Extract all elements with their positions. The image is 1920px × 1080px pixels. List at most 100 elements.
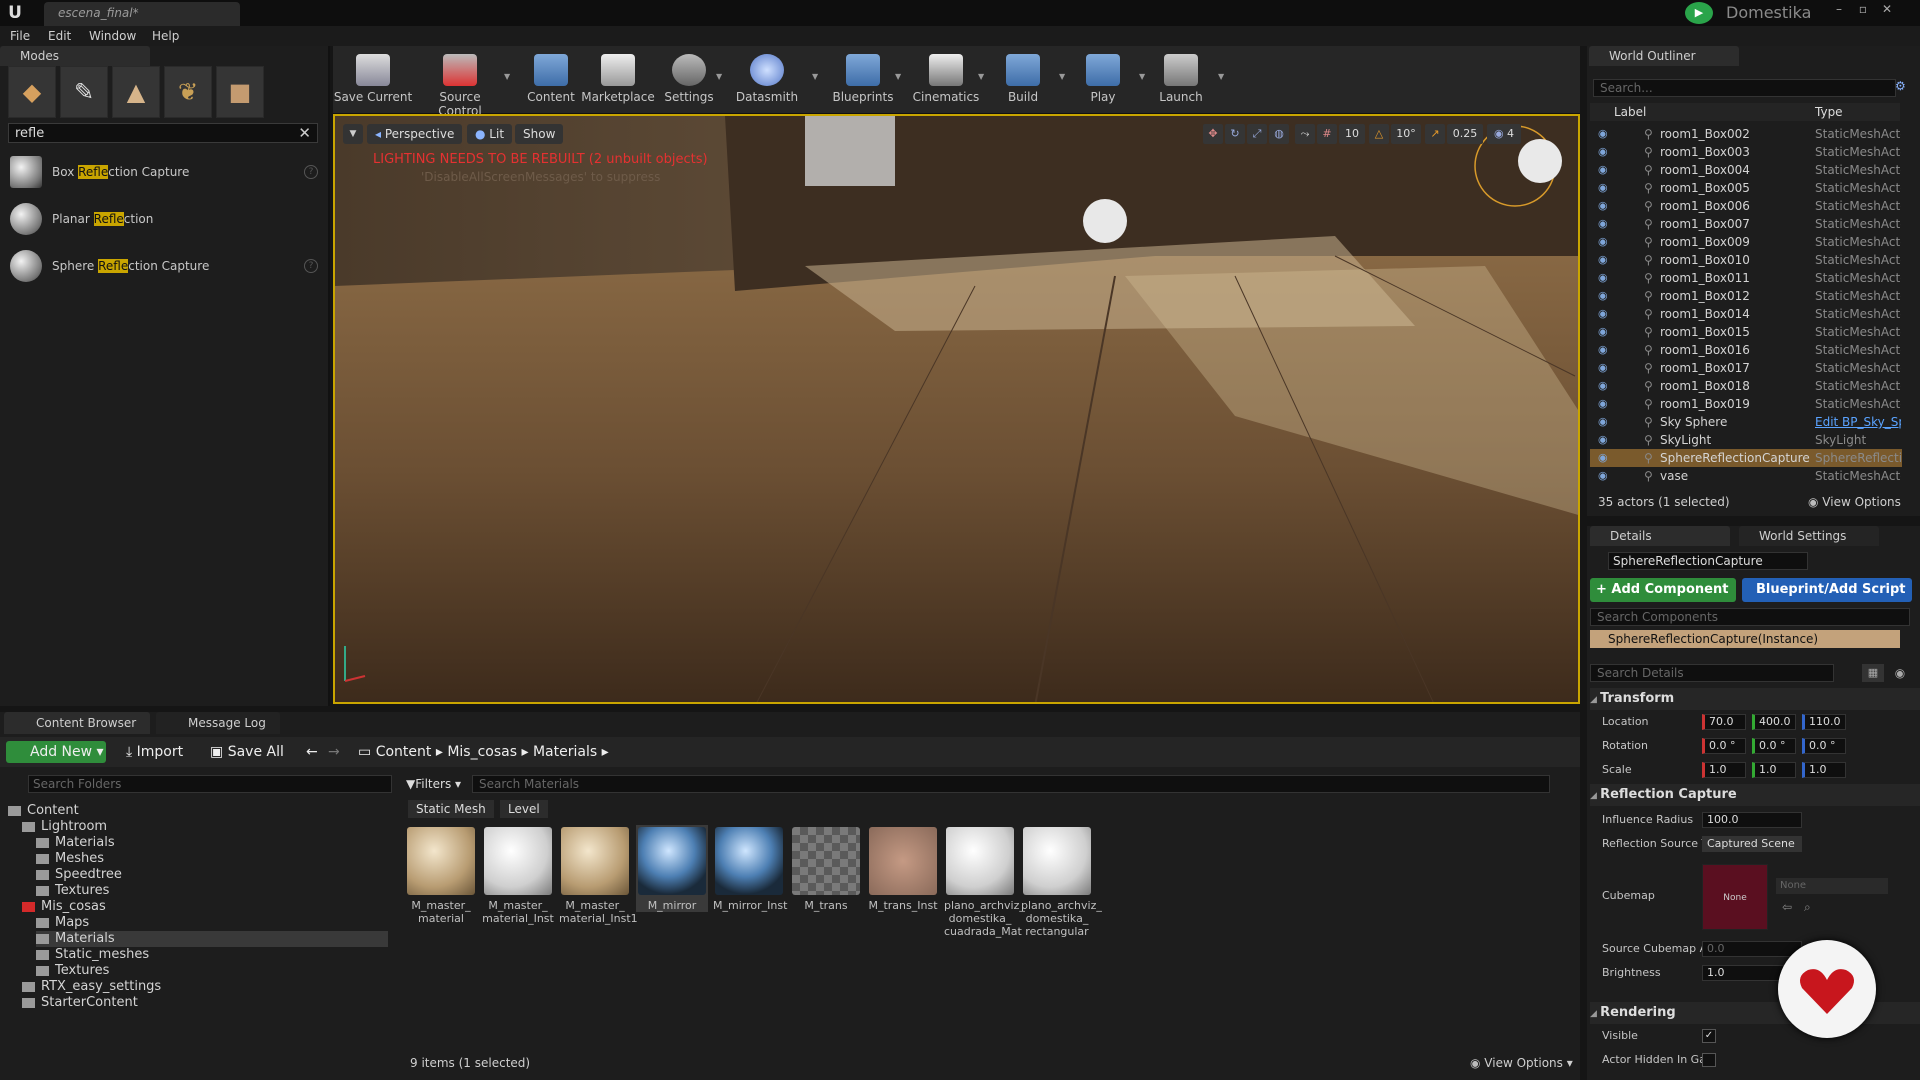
visibility-eye-icon[interactable]: ◉ [1598, 125, 1608, 143]
folder-item[interactable]: Textures [36, 883, 388, 899]
outliner-row[interactable]: ◉⚲room1_Box012StaticMeshActor [1590, 287, 1902, 305]
clear-search-icon[interactable]: ✕ [298, 124, 311, 142]
visibility-eye-icon[interactable]: ◉ [1598, 143, 1608, 161]
folder-item[interactable]: Mis_cosas [22, 899, 388, 915]
visibility-eye-icon[interactable]: ◉ [1598, 395, 1608, 413]
rotation-snap-value[interactable]: 10° [1391, 124, 1421, 144]
browse-search-icon[interactable]: ⌕ [1804, 900, 1811, 915]
outliner-row[interactable]: ◉⚲room1_Box010StaticMeshActor [1590, 251, 1902, 269]
world-icon[interactable]: ◍ [1269, 124, 1289, 144]
eye-icon[interactable]: ◉ [1888, 664, 1912, 682]
domestika-heart-badge[interactable] [1778, 940, 1876, 1038]
save-all-button[interactable]: ▣ Save All [210, 741, 284, 763]
import-button[interactable]: ⤓ Import [126, 741, 183, 763]
blueprints-button[interactable]: Blueprints [822, 50, 904, 110]
label-column-header[interactable]: Label [1614, 105, 1646, 119]
outliner-row[interactable]: ◉⚲room1_Box009StaticMeshActor [1590, 233, 1902, 251]
visibility-eye-icon[interactable]: ◉ [1598, 323, 1608, 341]
visibility-eye-icon[interactable]: ◉ [1598, 161, 1608, 179]
foliage-mode-icon[interactable]: ❦ [164, 66, 212, 118]
add-component-button[interactable]: + Add Component [1590, 578, 1736, 602]
asset-tile[interactable]: M_trans [790, 825, 862, 912]
asset-tile[interactable]: plano_archviz_ domestika_ rectangular [1021, 825, 1102, 938]
message-log-tab[interactable]: Message Log [156, 712, 280, 734]
outliner-row[interactable]: ◉⚲room1_Box011StaticMeshActor [1590, 269, 1902, 287]
content-browser-tab[interactable]: Content Browser [4, 712, 151, 734]
outliner-row[interactable]: ◉⚲room1_Box014StaticMeshActor [1590, 305, 1902, 323]
scale-snap-icon[interactable]: ↗ [1425, 124, 1445, 144]
blueprint-add-script-button[interactable]: Blueprint/Add Script [1742, 578, 1912, 602]
asset-tile[interactable]: M_mirror_Inst [713, 825, 787, 912]
visibility-eye-icon[interactable]: ◉ [1598, 341, 1608, 359]
search-components-input[interactable]: Search Components [1590, 608, 1910, 626]
world-settings-tab[interactable]: World Settings [1739, 526, 1879, 546]
folder-item[interactable]: Textures [36, 963, 388, 979]
asset-tile[interactable]: plano_archviz_ domestika_ cuadrada_Mat [944, 825, 1025, 938]
reflection-source-dropdown[interactable]: Captured Scene [1702, 836, 1802, 852]
menu-help[interactable]: Help [152, 28, 179, 44]
folder-item[interactable]: Meshes [36, 851, 388, 867]
maximize-icon[interactable]: ▫ [1852, 2, 1874, 18]
rotation-snap-icon[interactable]: △ [1369, 124, 1389, 144]
folder-item[interactable]: Speedtree [36, 867, 388, 883]
modes-search-input[interactable]: refle ✕ [8, 123, 318, 143]
show-button[interactable]: Show [515, 124, 564, 144]
filter-chip-level[interactable]: Level [500, 800, 548, 818]
menu-edit[interactable]: Edit [48, 28, 71, 44]
place-mode-icon[interactable]: ◆ [8, 66, 56, 118]
camera-speed-value[interactable]: ◉ 4 [1487, 124, 1521, 144]
visibility-eye-icon[interactable]: ◉ [1598, 413, 1608, 431]
build-button[interactable]: Build [982, 50, 1064, 110]
folder-item[interactable]: Maps [36, 915, 388, 931]
asset-tile[interactable]: M_trans_Inst [867, 825, 939, 912]
close-icon[interactable]: ✕ [1876, 2, 1898, 18]
visibility-eye-icon[interactable]: ◉ [1598, 287, 1608, 305]
play-button[interactable]: Play [1062, 50, 1144, 110]
visibility-eye-icon[interactable]: ◉ [1598, 449, 1608, 467]
chevron-down-icon[interactable]: ▼ [895, 72, 903, 81]
landscape-mode-icon[interactable]: ▲ [112, 66, 160, 118]
breadcrumb-materials[interactable]: Materials [533, 744, 597, 760]
mode-result-planar-reflection[interactable]: Planar Reflection [10, 201, 318, 237]
back-icon[interactable]: ← [306, 741, 318, 763]
visibility-eye-icon[interactable]: ◉ [1598, 377, 1608, 395]
help-icon[interactable]: ? [304, 259, 318, 273]
reflection-capture-section[interactable]: ◢ Reflection Capture [1590, 784, 1920, 806]
folder-item[interactable]: Materials [36, 835, 388, 851]
visibility-eye-icon[interactable]: ◉ [1598, 197, 1608, 215]
lit-button[interactable]: ● Lit [467, 124, 513, 144]
cubemap-thumbnail[interactable]: None [1702, 864, 1768, 930]
grid-snap-icon[interactable]: # [1317, 124, 1337, 144]
translate-icon[interactable]: ✥ [1203, 124, 1223, 144]
content-view-options[interactable]: ◉ View Options ▾ [1470, 1056, 1573, 1070]
cubemap-asset-dropdown[interactable]: None [1776, 878, 1888, 894]
help-icon[interactable]: ? [304, 165, 318, 179]
outliner-row[interactable]: ◉ ⚲ SkyLight SkyLight [1590, 431, 1902, 449]
outliner-search-input[interactable]: Search... [1593, 79, 1896, 97]
outliner-row[interactable]: ◉⚲room1_Box019StaticMeshActor [1590, 395, 1902, 413]
forward-icon[interactable]: → [328, 741, 340, 763]
rotate-icon[interactable]: ↻ [1225, 124, 1245, 144]
asset-tile[interactable]: M_master_ material_Inst1 [559, 825, 638, 925]
outliner-row[interactable]: ◉⚲room1_Box016StaticMeshActor [1590, 341, 1902, 359]
visibility-eye-icon[interactable]: ◉ [1598, 269, 1608, 287]
folder-item[interactable]: Static_meshes [36, 947, 388, 963]
asset-tile[interactable]: M_master_ material [405, 825, 477, 925]
search-folders-input[interactable]: Search Folders [28, 775, 392, 793]
scale-icon[interactable]: ⤢ [1247, 124, 1267, 144]
level-viewport[interactable]: ▼ ◂ Perspective ● Lit Show LIGHTING NEED… [333, 114, 1580, 704]
outliner-row[interactable]: ◉⚲room1_Box004StaticMeshActor [1590, 161, 1902, 179]
transform-section[interactable]: ◢ Transform [1590, 688, 1920, 710]
geometry-mode-icon[interactable]: ■ [216, 66, 264, 118]
details-tab[interactable]: Details [1590, 526, 1730, 546]
grid-size-value[interactable]: 10 [1339, 124, 1365, 144]
visibility-eye-icon[interactable]: ◉ [1598, 251, 1608, 269]
outliner-row[interactable]: ◉⚲room1_Box005StaticMeshActor [1590, 179, 1902, 197]
visibility-eye-icon[interactable]: ◉ [1598, 359, 1608, 377]
menu-window[interactable]: Window [89, 28, 136, 44]
filters-button[interactable]: ▼Filters ▾ [406, 775, 466, 793]
outliner-row[interactable]: ◉⚲room1_Box017StaticMeshActor [1590, 359, 1902, 377]
visibility-eye-icon[interactable]: ◉ [1598, 233, 1608, 251]
type-column-header[interactable]: Type [1815, 105, 1843, 119]
outliner-row[interactable]: ◉⚲room1_Box018StaticMeshActor [1590, 377, 1902, 395]
